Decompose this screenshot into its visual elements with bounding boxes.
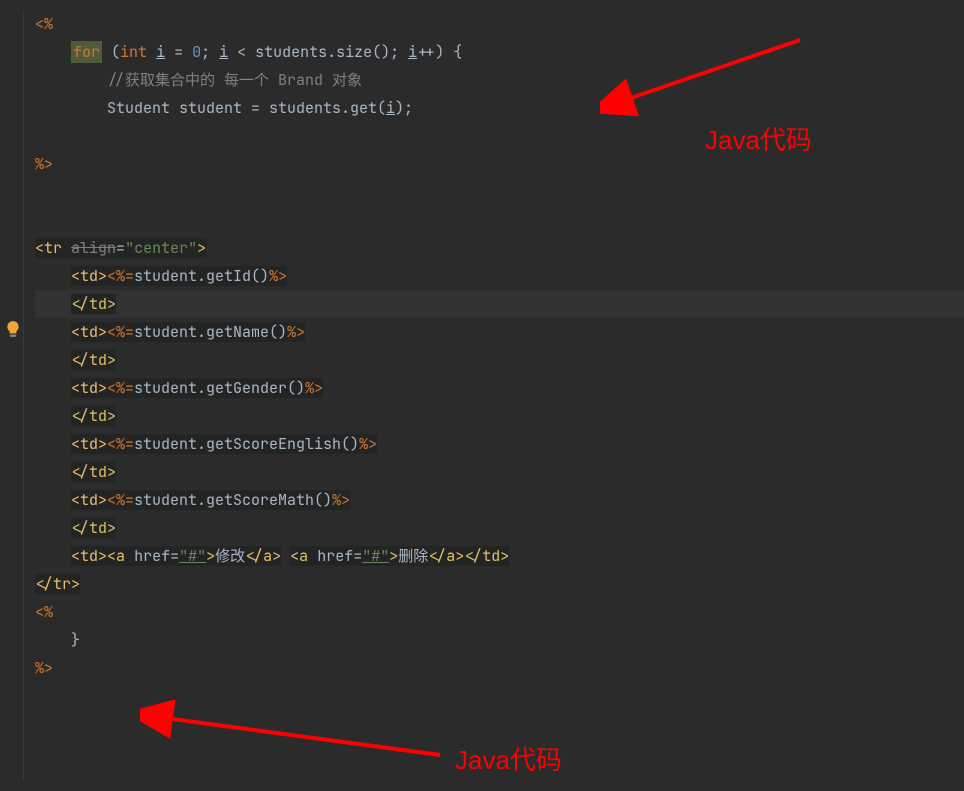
code-line: <td><%=student.getGender()%>: [35, 374, 964, 402]
code-line: <tr align="center">: [35, 234, 964, 262]
code-line: <td><%=student.getScoreEnglish()%>: [35, 430, 964, 458]
code-line: [35, 178, 964, 206]
annotation-arrow-2: [140, 700, 460, 770]
code-line: <%: [35, 10, 964, 38]
code-line: </td>: [35, 346, 964, 374]
code-line: }: [35, 626, 964, 654]
code-line: //获取集合中的 每一个 Brand 对象: [35, 66, 964, 94]
code-line: <td><a href="#">修改</a> <a href="#">删除</a…: [35, 542, 964, 570]
code-line: <td><%=student.getScoreMath()%>: [35, 486, 964, 514]
code-line: <td><%=student.getName()%>: [35, 318, 964, 346]
code-line: </td>: [35, 458, 964, 486]
code-line: </td>: [35, 402, 964, 430]
code-line: </td>: [35, 514, 964, 542]
code-line: [35, 122, 964, 150]
code-line: [35, 206, 964, 234]
code-line: <td><%=student.getId()%>: [35, 262, 964, 290]
intention-bulb-icon[interactable]: [4, 320, 22, 338]
code-line: Student student = students.get(i);: [35, 94, 964, 122]
annotation-label-2: Java代码: [455, 740, 562, 777]
code-line: </tr>: [35, 570, 964, 598]
code-line: %>: [35, 654, 964, 682]
code-line-active: </td>: [35, 290, 964, 318]
gutter-divider: [23, 10, 24, 781]
code-editor[interactable]: <% for (int i = 0; i < students.size(); …: [0, 0, 964, 692]
code-line: <%: [35, 598, 964, 626]
code-line: for (int i = 0; i < students.size(); i++…: [35, 38, 964, 66]
code-line: %>: [35, 150, 964, 178]
